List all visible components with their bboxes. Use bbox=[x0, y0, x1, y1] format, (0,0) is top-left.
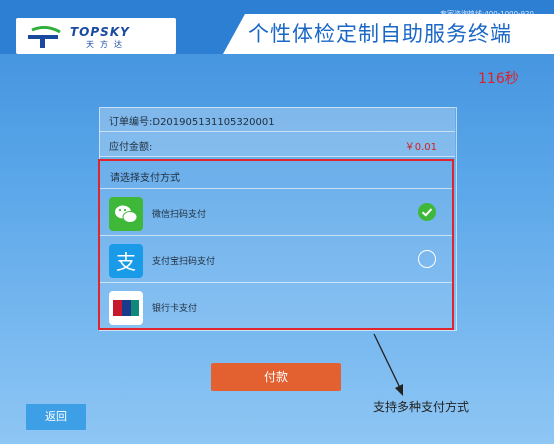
amount-row: 应付金额: ￥0.01 bbox=[99, 132, 455, 157]
order-number: 订单编号:D201905131105320001 bbox=[109, 117, 275, 128]
payment-method-section: 请选择支付方式 微信扫码支付 支 支付宝扫码支付 银行卡支付 bbox=[98, 159, 454, 330]
payment-method-heading: 请选择支付方式 bbox=[110, 173, 180, 184]
alipay-icon: 支 bbox=[109, 244, 143, 278]
header-bar: TOPSKY 天方达 专家咨询热线:400-1000-920 个性体检定制自助服… bbox=[0, 0, 554, 54]
page-title: 个性体检定制自助服务终端 bbox=[248, 22, 512, 46]
amount-label: 应付金额: bbox=[109, 142, 153, 153]
back-button[interactable]: 返回 bbox=[26, 404, 86, 430]
wechat-icon bbox=[109, 197, 143, 231]
logo-subtext: 天方达 bbox=[86, 40, 128, 49]
selected-check-icon[interactable] bbox=[418, 203, 436, 221]
logo: TOPSKY 天方达 bbox=[16, 18, 176, 54]
order-number-row: 订单编号:D201905131105320001 bbox=[99, 107, 455, 132]
radio-unselected-icon[interactable] bbox=[418, 250, 436, 268]
unionpay-icon bbox=[109, 291, 143, 325]
payment-option-unionpay[interactable]: 银行卡支付 bbox=[100, 282, 452, 329]
payment-option-wechat[interactable]: 微信扫码支付 bbox=[100, 188, 452, 235]
countdown-timer: 116秒 bbox=[478, 71, 519, 87]
svg-text:支: 支 bbox=[116, 250, 136, 274]
logo-text: TOPSKY bbox=[70, 25, 130, 39]
annotation-text: 支持多种支付方式 bbox=[373, 400, 470, 414]
payment-option-label: 支付宝扫码支付 bbox=[152, 257, 216, 267]
amount-value: ￥0.01 bbox=[404, 142, 437, 153]
topsky-logo-icon bbox=[28, 26, 61, 48]
payment-option-label: 微信扫码支付 bbox=[152, 210, 207, 220]
payment-option-label: 银行卡支付 bbox=[152, 304, 198, 314]
payment-option-alipay[interactable]: 支 支付宝扫码支付 bbox=[100, 235, 452, 282]
annotation-arrow-icon bbox=[373, 333, 403, 396]
pay-button[interactable]: 付款 bbox=[211, 363, 341, 391]
